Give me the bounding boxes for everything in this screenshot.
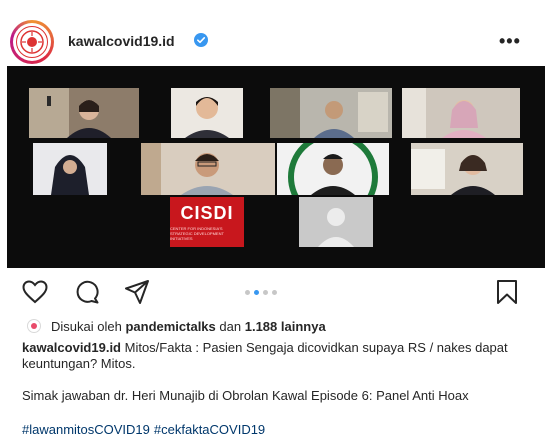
cisdi-logo-subtitle: CENTER FOR INDONESIA'S STRATEGIC DEVELOP…: [170, 226, 224, 241]
cisdi-tile: CISDI CENTER FOR INDONESIA'S STRATEGIC D…: [170, 197, 244, 247]
caption-text-line2: Simak jawaban dr. Heri Munajib di Obrola…: [22, 388, 469, 403]
more-options-button[interactable]: •••: [499, 31, 521, 52]
participant-tile-no-video: [299, 197, 373, 247]
carousel-dot: [272, 290, 277, 295]
liker-avatar: [27, 319, 41, 333]
carousel-dot: [245, 290, 250, 295]
carousel-indicator: [245, 290, 277, 295]
carousel-dot-active: [254, 290, 259, 295]
default-avatar-icon: [318, 208, 354, 247]
save-bookmark-icon[interactable]: [496, 279, 518, 305]
participant-image: [277, 143, 389, 195]
participant-image: [141, 143, 275, 195]
participant-tile: [33, 143, 107, 195]
participant-image: [29, 88, 139, 138]
likes-connector: dan: [219, 318, 242, 334]
post-image-video-call[interactable]: CISDI CENTER FOR INDONESIA'S STRATEGIC D…: [7, 66, 545, 268]
verified-badge-icon: [194, 33, 208, 47]
cisdi-logo-text: CISDI: [180, 203, 234, 223]
hashtag-list: #lawanmitosCOVID19 #cekfaktaCOVID19: [22, 422, 269, 436]
hashtag-link[interactable]: #lawanmitosCOVID19: [22, 422, 150, 436]
hashtag-link[interactable]: #cekfaktaCOVID19: [154, 422, 265, 436]
participant-tile: [171, 88, 243, 138]
like-heart-icon[interactable]: [22, 280, 48, 304]
kawalcovid-logo-icon: [16, 26, 48, 58]
participant-tile: [277, 143, 389, 195]
post-header: kawalcovid19.id •••: [0, 0, 553, 64]
profile-avatar[interactable]: [10, 20, 54, 64]
carousel-dot: [263, 290, 268, 295]
participant-tile: [141, 143, 275, 195]
likes-prefix: Disukai oleh: [51, 318, 122, 334]
participant-image: [33, 143, 107, 195]
participant-tile: [29, 88, 139, 138]
comment-icon[interactable]: [74, 280, 100, 304]
post-caption: kawalcovid19.id Mitos/Fakta : Pasien Sen…: [22, 340, 527, 420]
participant-tile: [270, 88, 392, 138]
likes-summary[interactable]: Disukai oleh pandemictalks dan 1.188 lai…: [27, 318, 326, 334]
participant-image: [270, 88, 392, 138]
participant-image: [411, 143, 523, 195]
participant-image: [402, 88, 520, 138]
participant-tile: [402, 88, 520, 138]
share-paper-plane-icon[interactable]: [124, 279, 150, 305]
participant-image: [171, 88, 243, 138]
liker-username[interactable]: pandemictalks: [125, 319, 215, 334]
participant-tile: [411, 143, 523, 195]
likes-count[interactable]: 1.188 lainnya: [245, 319, 326, 334]
post-username[interactable]: kawalcovid19.id: [68, 33, 175, 49]
caption-username[interactable]: kawalcovid19.id: [22, 340, 121, 355]
